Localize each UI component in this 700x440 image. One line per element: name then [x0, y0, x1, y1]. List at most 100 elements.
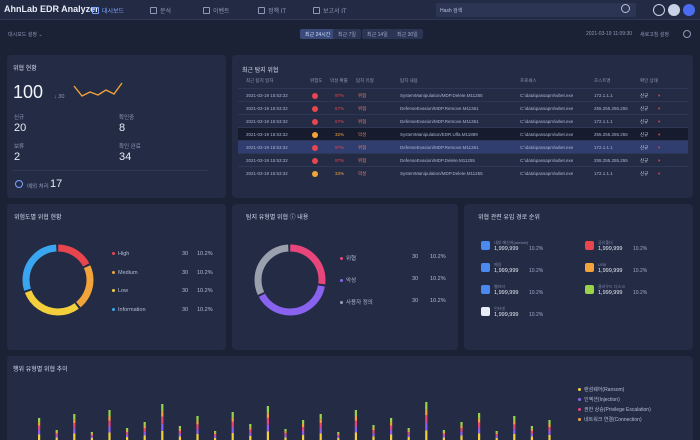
trend-bar-segment[interactable] — [319, 433, 322, 440]
trend-bar-segment[interactable] — [178, 428, 181, 431]
col-host[interactable]: 호스트명 — [594, 78, 611, 84]
trend-bar-segment[interactable] — [390, 434, 393, 440]
dashboard-setting[interactable]: 대시보드 설정 ⌄ — [8, 31, 43, 38]
trend-bar-segment[interactable] — [214, 432, 217, 435]
col-status[interactable]: 확인 상태 — [640, 78, 658, 84]
trend-bar-segment[interactable] — [495, 431, 498, 433]
trend-bar-segment[interactable] — [478, 418, 481, 423]
legend-item[interactable]: 악성 — [340, 276, 356, 284]
trend-bar-segment[interactable] — [530, 436, 533, 440]
trend-bar-segment[interactable] — [513, 420, 516, 425]
trend-bar-segment[interactable] — [126, 432, 129, 435]
trend-bar-segment[interactable] — [495, 434, 498, 436]
trend-bar-segment[interactable] — [143, 422, 146, 426]
trend-bar-segment[interactable] — [90, 436, 93, 438]
table-row[interactable]: 2021-03-19 15:53:32 67% 위협 DefenseEvasion/M… — [238, 101, 688, 114]
legend-item[interactable]: Medium — [112, 270, 138, 276]
trend-legend-item[interactable]: 네트워크 연결(Connection) — [578, 416, 642, 423]
trend-bar-segment[interactable] — [407, 434, 410, 437]
trend-bar-segment[interactable] — [55, 433, 58, 436]
trend-bar-segment[interactable] — [55, 432, 58, 434]
trend-bar-segment[interactable] — [161, 423, 164, 431]
trend-bar-segment[interactable] — [231, 417, 234, 422]
trend-bar-segment[interactable] — [530, 426, 533, 429]
status-dropdown-icon[interactable]: ▾ — [658, 145, 660, 151]
trend-bar-segment[interactable] — [319, 414, 322, 420]
trend-bar-segment[interactable] — [231, 427, 234, 433]
trend-bar-segment[interactable] — [284, 432, 287, 436]
trend-bar-segment[interactable] — [478, 433, 481, 440]
trend-bar-segment[interactable] — [478, 427, 481, 434]
status-dropdown-icon[interactable]: ▾ — [658, 132, 660, 138]
trend-bar-segment[interactable] — [407, 432, 410, 435]
trend-bar-segment[interactable] — [513, 424, 516, 430]
trend-bar-segment[interactable] — [266, 431, 269, 440]
trend-bar-segment[interactable] — [302, 424, 305, 427]
trend-bar-segment[interactable] — [108, 432, 111, 440]
status-dropdown-icon[interactable]: ▾ — [658, 158, 660, 164]
trend-bar-segment[interactable] — [337, 432, 340, 434]
trend-legend-item[interactable]: 권한 상승(Privilege Escalation) — [578, 406, 651, 413]
col-prob[interactable]: 악성 확률 — [330, 78, 348, 84]
trend-bar-segment[interactable] — [442, 433, 445, 436]
status-dropdown-icon[interactable]: ▾ — [658, 119, 660, 125]
trend-bar-segment[interactable] — [214, 431, 217, 433]
col-type[interactable]: 탐지 유형 — [356, 78, 374, 84]
trend-bar-segment[interactable] — [354, 426, 357, 433]
trend-bar-segment[interactable] — [460, 422, 463, 426]
trend-bar-segment[interactable] — [73, 414, 76, 420]
trend-bar-segment[interactable] — [495, 435, 498, 438]
trend-bar-segment[interactable] — [460, 435, 463, 440]
trend-bar-segment[interactable] — [513, 416, 516, 421]
trend-bar-segment[interactable] — [249, 432, 252, 436]
trend-bar-segment[interactable] — [337, 436, 340, 438]
user-icon[interactable] — [668, 4, 680, 16]
trend-bar-segment[interactable] — [126, 428, 129, 431]
col-risk[interactable]: 위험도 — [310, 78, 322, 84]
trend-bar-segment[interactable] — [143, 428, 146, 432]
trend-bar-segment[interactable] — [214, 434, 217, 436]
tab-dashboard[interactable]: 대시보드 — [92, 3, 124, 17]
trend-bar-segment[interactable] — [548, 420, 551, 424]
trend-bar-segment[interactable] — [337, 434, 340, 437]
trend-bar-segment[interactable] — [214, 435, 217, 438]
trend-bar-segment[interactable] — [407, 428, 410, 431]
trend-bar-segment[interactable] — [108, 416, 111, 421]
trend-bar-segment[interactable] — [302, 427, 305, 431]
trend-bar-segment[interactable] — [478, 413, 481, 419]
trend-bar-segment[interactable] — [548, 431, 551, 435]
period-14d[interactable]: 최근 14일 — [362, 29, 393, 39]
trend-bar-segment[interactable] — [425, 430, 428, 440]
trend-bar-segment[interactable] — [249, 424, 252, 428]
trend-bar-segment[interactable] — [249, 429, 252, 433]
trend-bar-segment[interactable] — [390, 422, 393, 426]
trend-bar-segment[interactable] — [126, 434, 129, 437]
legend-item[interactable]: Information — [112, 307, 146, 313]
trend-bar-segment[interactable] — [460, 431, 463, 436]
trend-legend-item[interactable]: 랜섬웨어(Ransom) — [578, 386, 624, 393]
trend-bar-segment[interactable] — [161, 404, 164, 412]
trend-bar-segment[interactable] — [372, 425, 375, 428]
status-dropdown-icon[interactable]: ▾ — [658, 93, 660, 99]
trend-bar-segment[interactable] — [161, 431, 164, 440]
trend-bar-segment[interactable] — [513, 429, 516, 434]
trend-bar-segment[interactable] — [425, 422, 428, 431]
trend-bar-segment[interactable] — [495, 432, 498, 435]
trend-bar-segment[interactable] — [266, 417, 269, 425]
hash-search-input[interactable]: Hash 검색 — [436, 3, 636, 17]
legend-item[interactable]: Low — [112, 288, 128, 294]
legend-item[interactable]: 위협 — [340, 254, 356, 262]
trend-bar-segment[interactable] — [390, 430, 393, 435]
tab-report[interactable]: 보고서 IT — [313, 3, 347, 17]
trend-bar-segment[interactable] — [442, 435, 445, 438]
table-row[interactable]: 2021-03-19 15:53:32 97% 위협 DefenseEvasion/M… — [238, 153, 688, 166]
trend-bar-segment[interactable] — [38, 422, 41, 426]
trend-bar-segment[interactable] — [390, 425, 393, 431]
trend-bar-segment[interactable] — [460, 428, 463, 432]
table-row[interactable]: 2021-03-19 15:53:32 67% 위협 DefenseEvasion/M… — [238, 114, 688, 127]
trend-bar-segment[interactable] — [319, 419, 322, 424]
tab-events[interactable]: 이벤트 — [203, 3, 230, 17]
trend-bar-segment[interactable] — [73, 423, 76, 429]
trend-bar-segment[interactable] — [548, 424, 551, 427]
trend-bar-segment[interactable] — [513, 434, 516, 440]
